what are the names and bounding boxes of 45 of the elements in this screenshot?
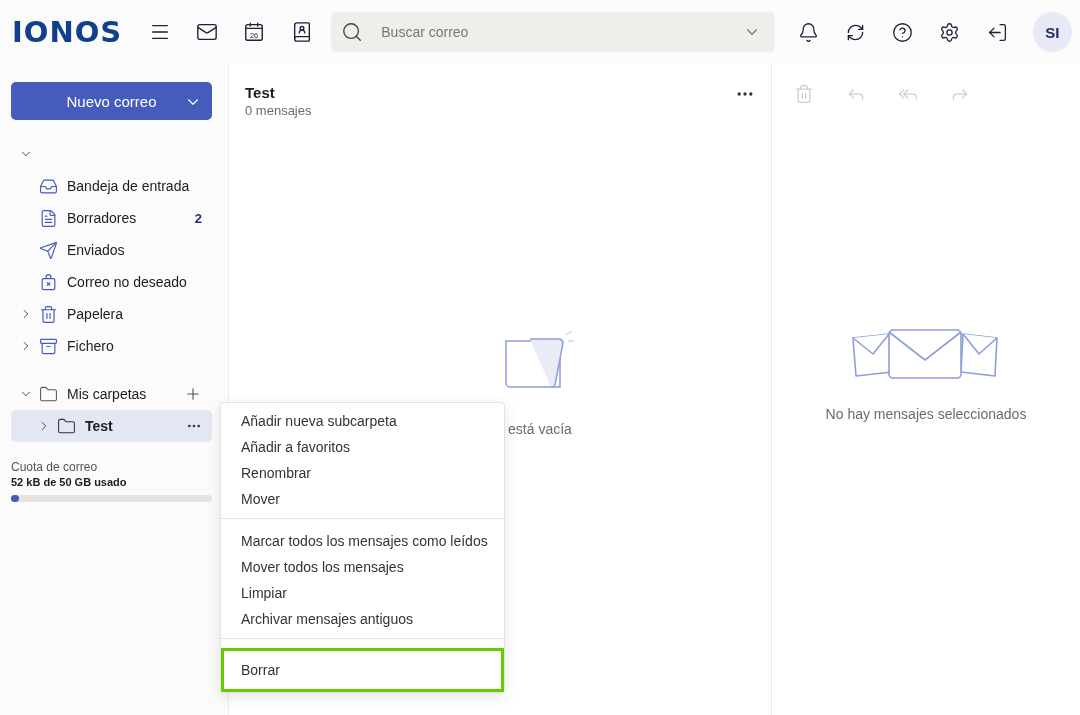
new-mail-button[interactable]: Nuevo correo (11, 82, 212, 120)
add-icon[interactable] (184, 385, 202, 403)
folder-label: Bandeja de entrada (67, 178, 191, 194)
menu-item[interactable]: Mover (221, 486, 504, 512)
folder-icon (39, 384, 58, 404)
send-icon (39, 240, 58, 260)
folder-label: Test (85, 418, 114, 434)
folder-label: Enviados (67, 242, 126, 258)
document-icon (39, 208, 58, 228)
folder-label: Fichero (67, 338, 115, 354)
folder-label: Papelera (67, 306, 125, 322)
quota-usage: 52 kB de 50 GB usado (11, 476, 128, 488)
message-count: 0 mensajes (245, 103, 313, 118)
folder-item[interactable]: Bandeja de entrada (11, 170, 212, 202)
trash-icon (39, 304, 58, 324)
empty-message: No hay mensajes seleccionados (825, 405, 1027, 422)
menu-item[interactable]: Renombrar (221, 460, 504, 486)
bag-x-icon (39, 272, 58, 292)
folder-item[interactable]: Borradores 2 (11, 202, 212, 234)
menu-item[interactable]: Añadir nueva subcarpeta (221, 408, 504, 434)
menu-item[interactable]: Limpiar (221, 580, 504, 606)
section-label: Mis carpetas (67, 386, 148, 402)
menu-item[interactable]: Borrar (221, 648, 504, 692)
logo: IONOS (12, 15, 123, 49)
folder-title: Test (245, 84, 276, 101)
search-icon (341, 21, 364, 43)
folder-item[interactable]: Enviados (11, 234, 212, 266)
folder-item[interactable]: Correo no deseado (11, 266, 212, 298)
folder-icon (57, 416, 76, 436)
unread-count: 2 (194, 210, 202, 226)
folder-item[interactable]: Fichero (11, 330, 212, 362)
menu-item[interactable]: Marcar todos los mensajes como leídos (221, 528, 504, 554)
folder-item[interactable]: Test (11, 410, 212, 442)
search-field[interactable]: Buscar correo (331, 12, 775, 52)
folder-item[interactable]: Papelera (11, 298, 212, 330)
folder-label: Correo no deseado (67, 274, 188, 290)
archive-icon (39, 336, 58, 356)
avatar[interactable]: SI (1032, 12, 1073, 52)
menu-item[interactable]: Mover todos los mensajes (221, 554, 504, 580)
quota-title: Cuota de correo (11, 460, 99, 474)
empty-message: está vacía (508, 420, 572, 437)
menu-item[interactable]: Archivar mensajes antiguos (221, 606, 504, 632)
menu-item[interactable]: Añadir a favoritos (221, 434, 504, 460)
search-input[interactable]: Buscar correo (379, 23, 727, 41)
folder-label: Borradores (67, 210, 138, 226)
